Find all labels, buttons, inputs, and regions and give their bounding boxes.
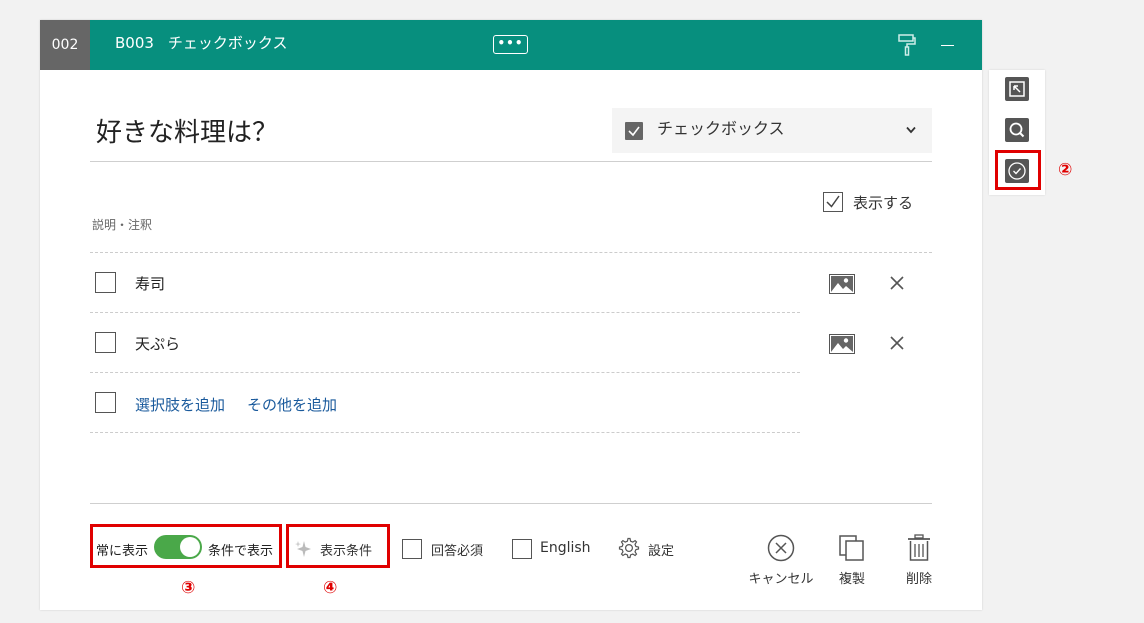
highlight-box: [90, 524, 282, 568]
show-label: 表示する: [853, 194, 914, 212]
annotation-marker: ④: [323, 578, 338, 598]
minimize-button[interactable]: [941, 45, 954, 46]
cancel-label: キャンセル: [748, 572, 814, 587]
question-type-name: チェックボックス: [167, 34, 288, 52]
option-divider: [90, 312, 800, 313]
description-label[interactable]: 説明・注釈: [92, 216, 152, 233]
footer-divider: [90, 503, 932, 504]
branch-icon: [1009, 81, 1025, 97]
option-checkbox[interactable]: [95, 332, 116, 353]
option-label[interactable]: 寿司: [135, 273, 165, 294]
english-label: English: [540, 540, 591, 556]
delete-label: 削除: [905, 572, 932, 587]
more-menu-button[interactable]: •••: [493, 35, 528, 54]
question-number: 002: [40, 20, 90, 70]
delete-button[interactable]: 削除: [897, 534, 941, 587]
add-other-link[interactable]: その他を追加: [247, 394, 337, 415]
close-icon[interactable]: [890, 336, 904, 350]
add-row-divider: [90, 432, 800, 433]
description-divider: [90, 252, 932, 253]
option-checkbox[interactable]: [95, 272, 116, 293]
paint-roller-icon[interactable]: [898, 34, 916, 56]
search-button[interactable]: [1005, 118, 1029, 142]
close-icon[interactable]: [890, 276, 904, 290]
search-icon: [1009, 122, 1025, 138]
title-divider: [90, 161, 932, 162]
annotation-marker: ②: [1058, 160, 1073, 180]
annotation-marker: ③: [181, 578, 196, 598]
duplicate-button[interactable]: 複製: [830, 534, 874, 587]
question-card: 002 B003 チェックボックス ••• 好きな料理は？ チェックボックス 表示…: [40, 20, 982, 610]
add-choice-link[interactable]: 選択肢を追加: [135, 394, 225, 415]
trash-icon: [908, 534, 930, 561]
checkbox-type-icon: [625, 122, 643, 140]
question-header: 002 B003 チェックボックス •••: [40, 20, 982, 70]
branch-button[interactable]: [1005, 77, 1029, 101]
cancel-circle-icon: [767, 534, 795, 562]
highlight-box: [995, 150, 1041, 190]
question-code: B003: [115, 34, 154, 52]
gear-icon[interactable]: [618, 537, 640, 559]
question-type-select[interactable]: チェックボックス: [612, 108, 932, 153]
question-type-label: チェックボックス: [657, 119, 785, 138]
cancel-button[interactable]: キャンセル: [746, 534, 816, 587]
question-title[interactable]: 好きな料理は？: [96, 112, 278, 149]
required-label: 回答必須: [431, 544, 484, 559]
copy-icon: [839, 535, 864, 561]
image-icon[interactable]: [829, 274, 855, 294]
option-label[interactable]: 天ぷら: [135, 333, 180, 354]
required-checkbox[interactable]: [402, 539, 422, 559]
add-option-checkbox: [95, 392, 116, 413]
settings-button[interactable]: 設定: [648, 540, 674, 559]
highlight-box: [286, 524, 390, 568]
english-checkbox[interactable]: [512, 539, 532, 559]
chevron-down-icon: [906, 126, 916, 134]
duplicate-label: 複製: [838, 572, 865, 587]
question-header-title: B003 チェックボックス: [115, 20, 287, 66]
show-checkbox[interactable]: [823, 192, 843, 212]
option-divider: [90, 372, 800, 373]
image-icon[interactable]: [829, 334, 855, 354]
